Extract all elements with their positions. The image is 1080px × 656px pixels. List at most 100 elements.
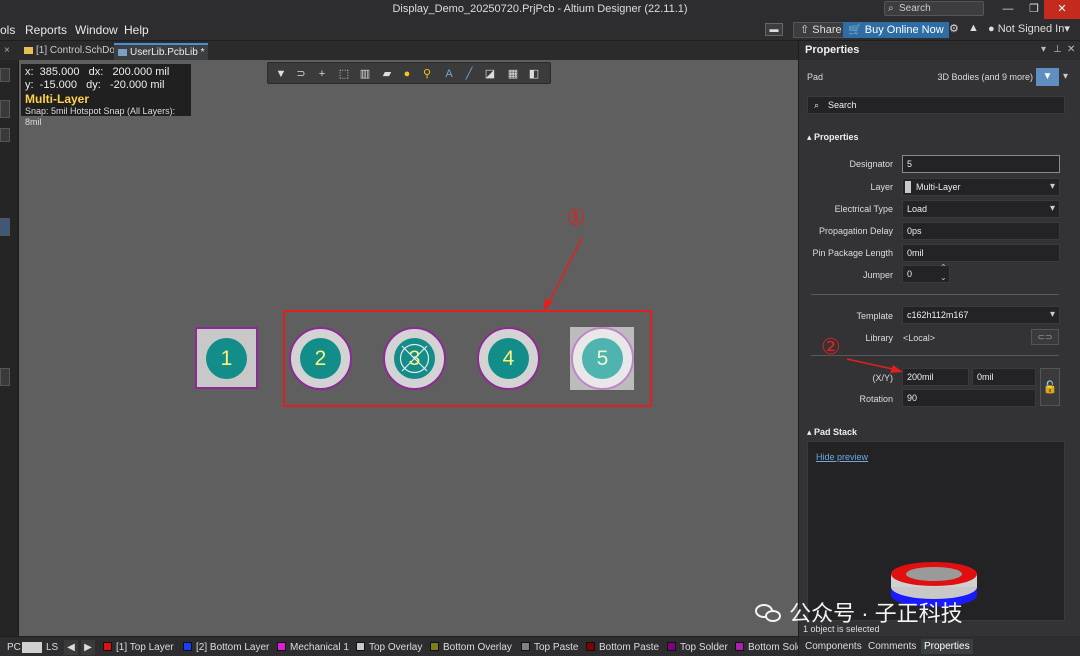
y-input[interactable]: 0mil [972, 368, 1036, 386]
tab-label: UserLib.PcbLib * [130, 47, 205, 58]
hud-snap: Snap: 5mil Hotspot Snap (All Layers): 8m… [25, 106, 176, 127]
electrical-type-select[interactable]: Load [902, 200, 1060, 218]
tab-properties[interactable]: Properties [921, 639, 973, 654]
x-input[interactable]: 200mil [902, 368, 969, 386]
account-label: Not Signed In [997, 23, 1065, 35]
link-icon[interactable]: ⊂⊃ [1031, 329, 1059, 345]
select-rect-icon[interactable]: ⬚ [336, 66, 352, 82]
route-icon[interactable]: ⊃ [293, 66, 309, 82]
gear-icon[interactable]: ⚙ [949, 22, 959, 35]
text-icon[interactable]: A [441, 66, 457, 82]
close-button[interactable]: ✕ [1044, 0, 1080, 19]
tab-components[interactable]: Components [802, 639, 865, 654]
buy-online-button[interactable]: 🛒 Buy Online Now [843, 22, 949, 38]
buy-label: Buy Online Now [864, 24, 944, 36]
section-pad-stack[interactable]: ▴ Pad Stack [807, 427, 857, 438]
pcb-canvas[interactable]: x: 385.000 dx: 200.000 mil y: -15.000 dy… [19, 60, 798, 636]
filter-dropdown-icon[interactable]: ▾ [1063, 71, 1068, 82]
layer-bottom-overlay[interactable]: Bottom Overlay [430, 640, 512, 655]
via-icon[interactable]: ⚲ [419, 66, 435, 82]
designator-input[interactable]: 5 [902, 155, 1060, 173]
properties-panel: Properties ▾ ⊥ ✕ Pad 3D Bodies (and 9 mo… [798, 41, 1080, 656]
lock-icon[interactable]: 🔓 [1040, 368, 1060, 406]
electrical-type-label: Electrical Type [834, 204, 893, 214]
search-icon: ⌕ [888, 3, 894, 14]
search-icon: ⌕ [814, 100, 820, 110]
comment-icon[interactable]: ▬ [765, 23, 783, 36]
pad-stack-preview: Hide preview [807, 441, 1065, 621]
panel-menu-icon[interactable]: ▾ [1041, 44, 1046, 55]
align-icon[interactable]: ▥ [357, 66, 373, 82]
search-box[interactable]: ⌕ Search [884, 1, 984, 16]
hud-y-readout: y: -15.000 dy: -20.000 mil [25, 79, 165, 91]
template-label: Template [856, 311, 893, 321]
crosshair-icon[interactable]: + [314, 66, 330, 82]
watermark-text: 公众号 · 子正科技 [789, 601, 963, 626]
pin-package-length-input[interactable]: 0mil [902, 244, 1060, 262]
share-icon: ⇧ [800, 24, 813, 36]
tab-close-icon[interactable]: × [0, 43, 14, 60]
layer-bottom-solder[interactable]: Bottom Sold [735, 640, 802, 655]
menu-window[interactable]: Window [75, 23, 118, 37]
panel-dropdown[interactable] [0, 68, 10, 82]
notifications-icon[interactable]: ▲ [968, 22, 979, 34]
account-menu[interactable]: ● Not Signed In▾ [988, 22, 1070, 35]
left-panel-strip [0, 60, 19, 636]
panel-item-selected[interactable] [0, 218, 10, 236]
layer-label: [1] Top Layer [116, 642, 174, 653]
chart-icon[interactable]: ▦ [505, 66, 521, 82]
rotation-input[interactable]: 90 [902, 389, 1036, 407]
menu-tools[interactable]: ols [0, 23, 15, 37]
panel-field[interactable] [0, 100, 10, 118]
tab-control-schdoc[interactable]: [1] Control.SchDoc [20, 43, 124, 60]
layer-top-layer[interactable]: [1] Top Layer [103, 640, 174, 655]
line-icon[interactable]: ╱ [461, 66, 477, 82]
stepper-arrows-icon[interactable]: ⌃ ⌄ [940, 263, 947, 283]
panel-bottom-tabs: Components Comments Properties [799, 636, 1080, 656]
menu-reports[interactable]: Reports [25, 23, 67, 37]
layer-set-ls[interactable]: LS [46, 640, 58, 655]
filter-summary[interactable]: 3D Bodies (and 9 more) [919, 72, 1033, 82]
section-properties[interactable]: ▴ Properties [807, 132, 859, 143]
layer-top-overlay[interactable]: Top Overlay [356, 640, 422, 655]
scroll-left-icon[interactable]: ◀ [64, 640, 78, 655]
pad-1[interactable]: 1 [195, 327, 258, 389]
tab-comments[interactable]: Comments [865, 639, 919, 654]
layer-set-swatch[interactable] [22, 642, 42, 653]
region-icon[interactable]: ◧ [526, 66, 542, 82]
component-icon[interactable]: ▰ [379, 66, 395, 82]
wechat-icon [755, 602, 783, 624]
designator-label: Designator [849, 159, 893, 169]
panel-close-icon[interactable]: ✕ [1067, 44, 1075, 55]
layer-bottom-paste[interactable]: Bottom Paste [586, 640, 659, 655]
chevron-down-icon: ▾ [1064, 23, 1070, 35]
annotation-arrow [543, 237, 583, 312]
menu-help[interactable]: Help [124, 23, 149, 37]
schematic-icon [24, 46, 33, 54]
pad-hole: 1 [206, 338, 247, 379]
user-icon: ● [988, 23, 998, 35]
coordinate-hud: x: 385.000 dx: 200.000 mil y: -15.000 dy… [21, 64, 191, 127]
template-select[interactable]: c162h112m167 [902, 306, 1060, 324]
layer-top-paste[interactable]: Top Paste [521, 640, 578, 655]
filter-icon[interactable]: ▼ [1036, 68, 1059, 86]
panel-dropdown[interactable] [0, 128, 10, 142]
dimension-icon[interactable]: ◪ [482, 66, 498, 82]
hide-preview-link[interactable]: Hide preview [816, 452, 868, 462]
pin-icon[interactable]: ⊥ [1053, 44, 1062, 55]
pad-icon[interactable]: ● [399, 66, 415, 82]
layer-label: Bottom Sold [748, 642, 803, 653]
scroll-right-icon[interactable]: ▶ [81, 640, 95, 655]
layer-select[interactable]: Multi-Layer [902, 178, 1060, 196]
layer-mechanical-1[interactable]: Mechanical 1 [277, 640, 349, 655]
share-button[interactable]: ⇧ Share [793, 22, 849, 38]
layer-top-solder[interactable]: Top Solder [667, 640, 728, 655]
panel-field[interactable] [0, 368, 10, 386]
propagation-delay-input[interactable]: 0ps [902, 222, 1060, 240]
tab-userlib-pcblib[interactable]: UserLib.PcbLib * [114, 43, 209, 60]
layer-bottom-layer[interactable]: [2] Bottom Layer [183, 640, 269, 655]
menu-bar: ols Reports Window Help ▬ ⇧ Share 🛒 Buy … [0, 19, 1080, 41]
panel-search-input[interactable]: ⌕ Search [807, 96, 1065, 114]
pin-package-length-label: Pin Package Length [812, 248, 893, 258]
filter-icon[interactable]: ▼ [273, 66, 289, 82]
